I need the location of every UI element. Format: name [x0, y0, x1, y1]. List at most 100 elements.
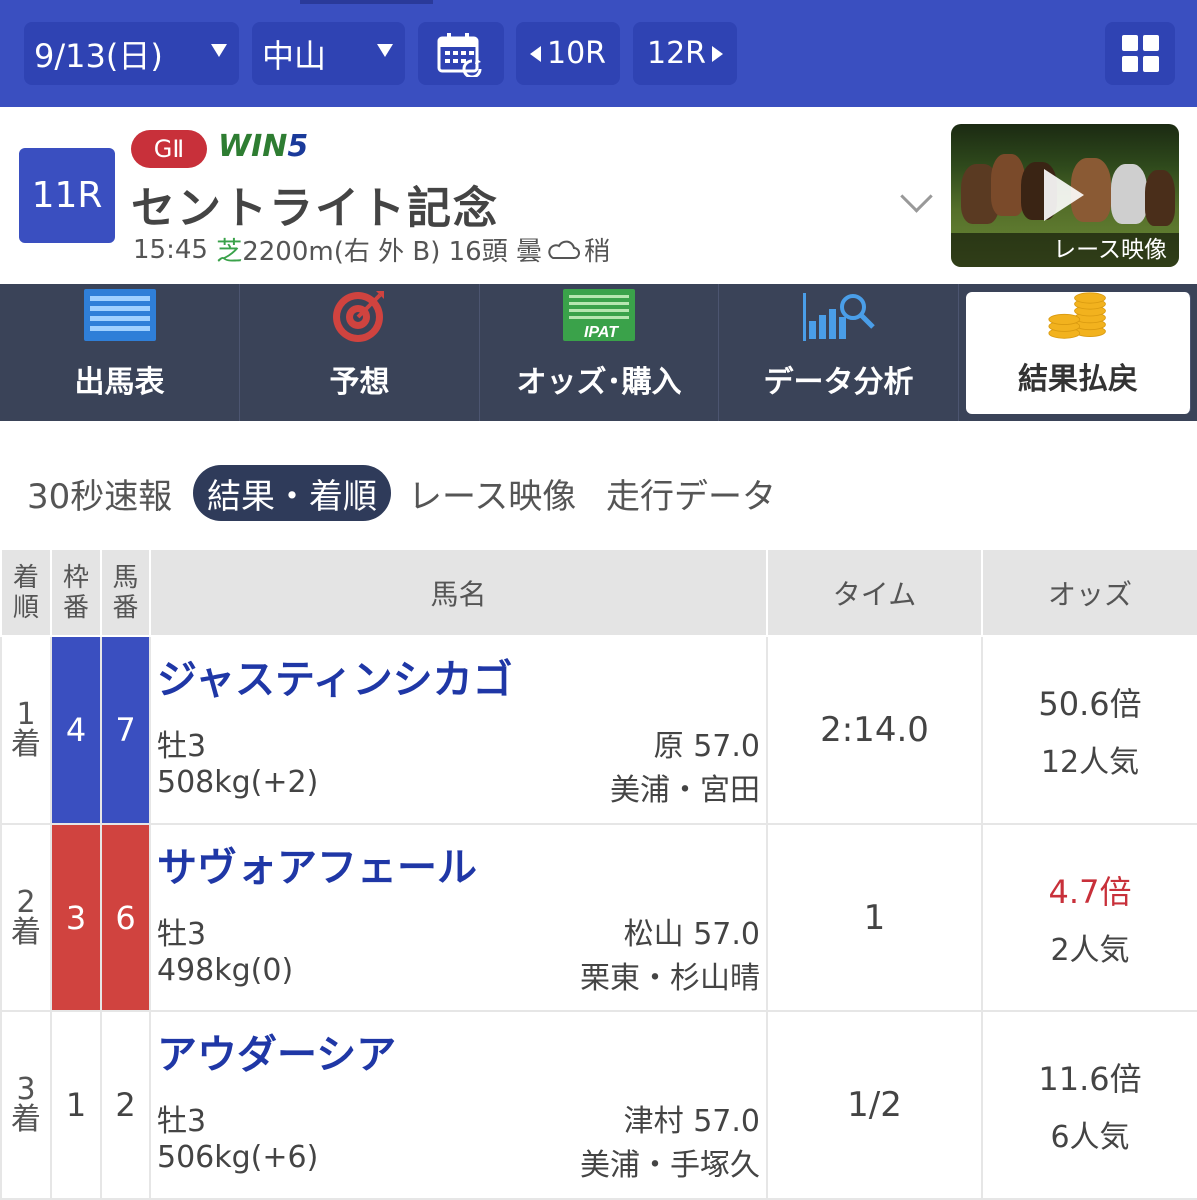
win5-logo: WIN5	[218, 129, 309, 164]
sex-age: 牡3	[157, 729, 207, 765]
going: 稍	[584, 237, 611, 267]
svg-text:IPAT: IPAT	[584, 324, 619, 341]
sex-age: 牡3	[157, 1104, 207, 1140]
margin: 1	[766, 822, 983, 1013]
target-icon	[332, 291, 384, 342]
table-row[interactable]: 2着 3 6 サヴォアフェール 牡3 498kg(0) 松山 57.0 栗東・杉…	[0, 822, 1197, 1013]
tab-results-payouts[interactable]: 結果払戻	[966, 292, 1191, 414]
jockey-weight: 津村 57.0	[623, 1104, 760, 1140]
odds-value: 50.6倍	[1038, 685, 1142, 724]
nav-indicator	[300, 0, 433, 4]
runners-count: 16頭	[448, 237, 508, 267]
subtab-results[interactable]: 結果・着順	[193, 465, 391, 521]
ipat-icon: IPAT	[563, 289, 635, 341]
waku-number: 3	[50, 822, 102, 1013]
tab-label: データ分析	[763, 365, 914, 400]
venue-label: 中山	[262, 36, 327, 75]
subtab-running-data[interactable]: 走行データ	[606, 465, 776, 521]
horse-number: 6	[100, 822, 151, 1013]
play-icon	[1044, 169, 1084, 221]
course: 2200m(右 外 B)	[242, 237, 441, 267]
body-weight: 506kg(+6)	[157, 1140, 319, 1176]
subtab-race-video[interactable]: レース映像	[408, 465, 576, 521]
horse-cell: サヴォアフェール 牡3 498kg(0) 松山 57.0 栗東・杉山晴	[149, 822, 768, 1013]
tab-data-analysis[interactable]: データ分析	[719, 284, 959, 421]
sub-tabs: 30秒速報 結果・着順 レース映像 走行データ	[0, 421, 1197, 548]
chevron-down-icon	[377, 44, 393, 57]
jockey-weight: 松山 57.0	[623, 916, 760, 952]
chevron-down-icon	[211, 44, 227, 57]
table-row[interactable]: 1着 4 7 ジャスティンシカゴ 牡3 508kg(+2) 原 57.0 美浦・…	[0, 635, 1197, 825]
popularity: 6人気	[1050, 1120, 1130, 1156]
finish-time: 2:14.0	[766, 635, 983, 825]
horse-name-link[interactable]: ジャスティンシカゴ	[157, 647, 513, 705]
finish-position: 2着	[0, 822, 52, 1013]
odds-cell: 50.6倍 12人気	[981, 635, 1197, 825]
results-table: 着順 枠番 馬番 馬名 タイム オッズ 1着 4 7 ジャスティンシカゴ 牡3 …	[0, 547, 1197, 1200]
jockey-weight: 原 57.0	[653, 729, 760, 765]
top-nav: 9/13(日) 中山 10R 12R	[0, 0, 1197, 107]
tab-prediction[interactable]: 予想	[240, 284, 480, 421]
odds-value: 4.7倍	[1048, 872, 1132, 911]
trainer: 美浦・宮田	[610, 773, 760, 809]
venue-select[interactable]: 中山	[252, 22, 405, 85]
triangle-left-icon	[529, 45, 541, 62]
header-time: タイム	[766, 547, 983, 638]
horse-name-link[interactable]: アウダーシア	[157, 1022, 396, 1080]
triangle-right-icon	[712, 45, 724, 62]
entry-table-icon	[83, 289, 156, 341]
header-odds: オッズ	[981, 547, 1197, 638]
horse-number: 7	[100, 635, 151, 825]
chevron-down-icon[interactable]	[900, 180, 933, 213]
coins-icon	[1048, 292, 1106, 339]
sex-age: 牡3	[157, 916, 207, 952]
tab-label: 出馬表	[74, 365, 165, 400]
horse-name-link[interactable]: サヴォアフェール	[157, 835, 477, 893]
surface: 芝	[216, 237, 243, 267]
race-info: 15:45 芝 2200m(右 外 B) 16頭 曇 稍	[133, 231, 610, 268]
tab-odds-purchase[interactable]: IPAT オッズ･購入	[480, 284, 719, 421]
race-number-badge: 11R	[19, 148, 115, 243]
grade-badge: GⅡ	[131, 130, 207, 168]
header-umaban: 馬番	[100, 547, 151, 638]
subtab-quick-report[interactable]: 30秒速報	[27, 465, 172, 521]
odds-value: 11.6倍	[1038, 1060, 1142, 1099]
next-race-button[interactable]: 12R	[633, 22, 737, 85]
header-horse-name: 馬名	[149, 547, 768, 638]
video-label: レース映像	[951, 233, 1179, 267]
data-analysis-icon	[802, 293, 875, 341]
odds-cell: 11.6倍 6人気	[981, 1010, 1197, 1200]
main-tabbar: 出馬表 予想 IPAT オッズ･購入 データ分析 結果払戻	[0, 284, 1197, 421]
header-waku: 枠番	[50, 547, 102, 638]
date-select[interactable]: 9/13(日)	[24, 22, 239, 85]
calendar-button[interactable]	[418, 22, 504, 85]
trainer: 栗東・杉山晴	[580, 960, 760, 996]
next-race-label: 12R	[646, 36, 707, 71]
table-row[interactable]: 3着 1 2 アウダーシア 牡3 506kg(+6) 津村 57.0 美浦・手塚…	[0, 1010, 1197, 1200]
body-weight: 498kg(0)	[157, 952, 294, 988]
table-header: 着順 枠番 馬番 馬名 タイム オッズ	[0, 547, 1197, 638]
horse-cell: アウダーシア 牡3 506kg(+6) 津村 57.0 美浦・手塚久	[149, 1010, 768, 1200]
cloud-icon	[548, 240, 580, 259]
tab-label: 結果払戻	[1018, 362, 1138, 397]
horse-cell: ジャスティンシカゴ 牡3 508kg(+2) 原 57.0 美浦・宮田	[149, 635, 768, 825]
tab-label: オッズ･購入	[516, 365, 682, 400]
odds-cell: 4.7倍 2人気	[981, 822, 1197, 1013]
race-title: セントライト記念	[131, 183, 499, 234]
popularity: 2人気	[1050, 932, 1130, 968]
tab-label: 予想	[329, 365, 390, 400]
menu-button[interactable]	[1105, 22, 1175, 85]
popularity: 12人気	[1040, 745, 1140, 781]
waku-number: 4	[50, 635, 102, 825]
header-rank: 着順	[0, 547, 52, 638]
prev-race-label: 10R	[546, 36, 607, 71]
race-video-thumbnail[interactable]: レース映像	[951, 124, 1179, 267]
prev-race-button[interactable]: 10R	[516, 22, 620, 85]
waku-number: 1	[50, 1010, 102, 1200]
margin: 1/2	[766, 1010, 983, 1200]
weather: 曇	[516, 237, 543, 267]
finish-position: 3着	[0, 1010, 52, 1200]
tab-entries[interactable]: 出馬表	[0, 284, 240, 421]
post-time: 15:45	[133, 234, 208, 265]
horse-number: 2	[100, 1010, 151, 1200]
